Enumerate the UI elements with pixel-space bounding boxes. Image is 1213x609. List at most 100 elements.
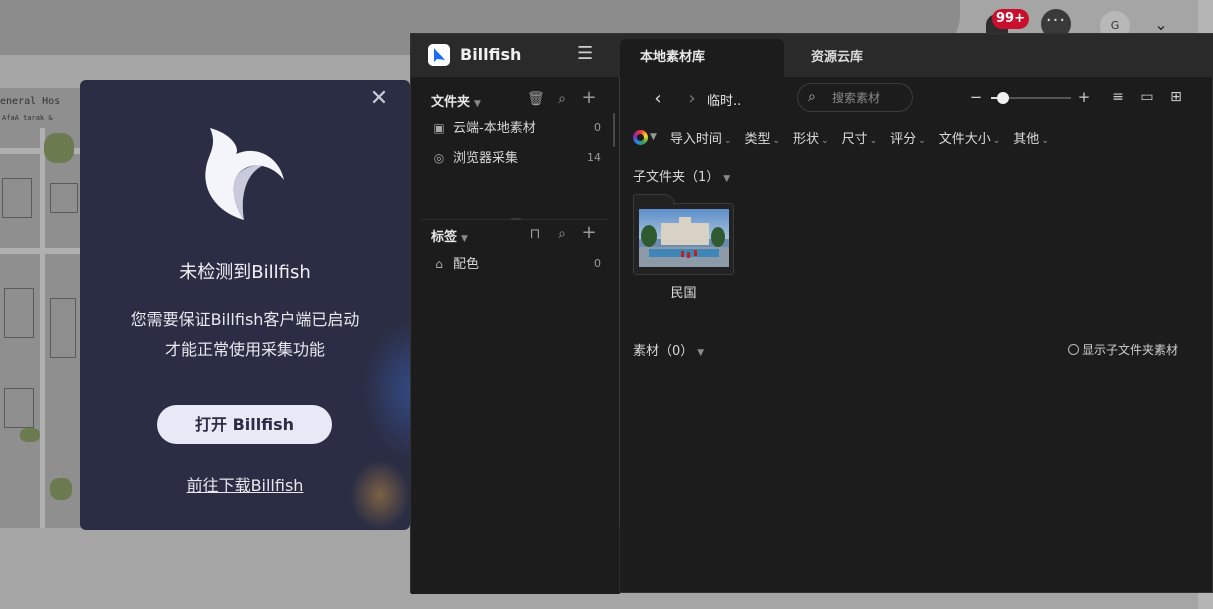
sort-icon[interactable]: ≡ [1109, 88, 1127, 106]
folders-header-label: 文件夹 [431, 95, 471, 110]
billfish-not-detected-dialog: ✕ 未检测到Billfish 您需要保证Billfish客户端已启动 才能正常使… [80, 80, 410, 530]
layout-grid-icon[interactable]: ⊞ [1167, 88, 1185, 106]
sidebar-item-count: 14 [587, 151, 601, 164]
subfolder-card[interactable] [633, 194, 734, 275]
caret-down-icon: ▼ [723, 174, 731, 184]
filter-bar: ▼ 导入时间 ⌄ 类型 ⌄ 形状 ⌄ 尺寸 ⌄ 评分 ⌄ 文件大小 ⌄ 其他 ⌄ [633, 126, 1062, 148]
subfolders-count: （1） [685, 170, 720, 185]
caret-down-icon: ⌄ [992, 135, 1001, 146]
sidebar-item-count: 0 [594, 121, 601, 134]
billfish-logo-icon [205, 128, 284, 220]
search-input[interactable] [832, 89, 908, 106]
sidebar-item-label: 云端-本地素材 [453, 121, 536, 136]
search-box[interactable]: ⌕ [797, 83, 913, 112]
sidebar-scrollbar[interactable] [613, 113, 615, 147]
radio-icon [1068, 344, 1079, 355]
panel-divider[interactable] [619, 77, 620, 527]
filter-label: 其他 [1013, 131, 1040, 147]
filter-label: 形状 [793, 131, 820, 147]
title-bar: Billfish ☰ 本地素材库 资源云库 [411, 34, 1213, 77]
subfolder-name[interactable]: 民国 [633, 282, 734, 301]
zoom-slider-thumb[interactable] [997, 92, 1009, 104]
caret-down-icon: ⌄ [869, 135, 878, 146]
subfolders-header[interactable]: 子文件夹（1） ▼ [633, 166, 730, 185]
background-map-image: eneral Hos AfaA tarak & [0, 88, 82, 528]
color-filter-icon[interactable] [633, 129, 648, 145]
caret-down-icon: ⌄ [821, 135, 829, 146]
open-billfish-button[interactable]: 打开 Billfish [157, 405, 332, 444]
map-label-text: eneral Hos [0, 96, 61, 107]
materials-count: （0） [659, 344, 694, 359]
back-arrow-icon[interactable]: ‹ [649, 89, 667, 109]
download-billfish-link[interactable]: 前往下载Billfish [80, 472, 410, 496]
filter-label: 尺寸 [841, 131, 868, 147]
tab-local-library[interactable]: 本地素材库 [620, 39, 784, 77]
map-label-subtext: AfaA tarak & [2, 114, 53, 122]
folders-header[interactable]: 文件夹 ▼ [431, 91, 481, 110]
dialog-title: 未检测到Billfish [179, 262, 311, 283]
search-icon: ⌕ [808, 89, 816, 105]
filter-import-time[interactable]: 导入时间 ⌄ [670, 128, 732, 147]
materials-header[interactable]: 素材（0） ▼ [633, 340, 704, 359]
caret-down-icon: ▼ [697, 348, 705, 358]
caret-down-icon: ▼ [461, 234, 468, 244]
filter-label: 类型 [744, 131, 771, 147]
caret-down-icon: ▼ [474, 99, 481, 109]
filter-other[interactable]: 其他 ⌄ [1013, 128, 1049, 147]
filter-size[interactable]: 尺寸 ⌄ [842, 128, 878, 147]
sidebar-item-browser-collect[interactable]: ◎ 浏览器采集 14 [431, 147, 601, 169]
caret-down-icon: ⌄ [918, 135, 926, 146]
add-folder-icon[interactable]: + [581, 89, 597, 107]
sidebar-item-tag-color[interactable]: ⌂ 配色 0 [431, 253, 601, 275]
storage-icon: ▣ [433, 121, 445, 135]
zoom-out-icon[interactable]: − [969, 89, 983, 105]
zoom-slider[interactable] [991, 92, 1071, 104]
sidebar-item-cloud-local[interactable]: ▣ 云端-本地素材 0 [431, 117, 601, 139]
filter-file-size[interactable]: 文件大小 ⌄ [939, 128, 1001, 147]
notification-badge: 99+ [992, 9, 1029, 29]
filter-shape[interactable]: 形状 ⌄ [793, 128, 829, 147]
main-content: ‹ › 临时.. ⌕ − + ≡ ▭ ⊞ ▼ 导入时间⌄ 类型⌄ 形状⌄ 尺寸⌄… [621, 77, 1213, 594]
caret-down-icon: ⌄ [723, 135, 732, 146]
sidebar: 文件夹 ▼ 🗑 ⌕ + ▣ 云端-本地素材 0 ◎ 浏览器采集 14 标签 ▼ ⊓ ⌕ … [411, 77, 620, 594]
app-logo-icon [428, 44, 450, 66]
sidebar-item-label: 浏览器采集 [453, 151, 519, 166]
filter-label: 文件大小 [938, 131, 991, 147]
dialog-description: 您需要保证Billfish客户端已启动 才能正常使用采集功能 [80, 305, 410, 365]
caret-down-icon: ⌄ [772, 135, 781, 146]
tags-header-label: 标签 [431, 230, 458, 245]
filter-rating[interactable]: 评分 ⌄ [890, 128, 926, 147]
close-icon[interactable]: ✕ [368, 88, 390, 110]
show-subfolder-materials-toggle[interactable]: 显示子文件夹素材 [1068, 341, 1178, 358]
dialog-description-line-2: 才能正常使用采集功能 [164, 340, 325, 359]
breadcrumb[interactable]: 临时.. [707, 90, 741, 109]
tab-cloud-library[interactable]: 资源云库 [811, 39, 863, 77]
filter-label: 评分 [890, 131, 917, 147]
menu-icon[interactable]: ☰ [577, 45, 595, 63]
search-icon[interactable]: ⌕ [554, 226, 570, 242]
display-mode-icon[interactable]: ▭ [1138, 88, 1156, 106]
materials-header-label: 素材 [633, 344, 660, 359]
caret-down-icon: ▼ [650, 132, 657, 142]
dialog-description-line-1: 您需要保证Billfish客户端已启动 [130, 310, 360, 329]
tag-icon: ⌂ [435, 257, 443, 271]
caret-down-icon: ⌄ [1041, 135, 1049, 146]
add-tag-icon[interactable]: + [581, 224, 597, 242]
sidebar-item-count: 0 [594, 257, 601, 270]
subfolders-header-label: 子文件夹 [633, 170, 686, 185]
search-icon[interactable]: ⌕ [554, 91, 570, 107]
zoom-in-icon[interactable]: + [1077, 89, 1091, 105]
trash-icon[interactable]: 🗑 [527, 91, 545, 107]
background-bottom [0, 528, 410, 609]
app-name: Billfish [460, 45, 522, 64]
bookmark-icon[interactable]: ⊓ [527, 226, 543, 242]
forward-arrow-icon[interactable]: › [683, 89, 701, 109]
show-subfolder-materials-label: 显示子文件夹素材 [1082, 343, 1179, 357]
filter-type[interactable]: 类型 ⌄ [744, 128, 780, 147]
tags-header[interactable]: 标签 ▼ [431, 226, 468, 245]
filter-label: 导入时间 [669, 131, 722, 147]
billfish-window: Billfish ☰ 本地素材库 资源云库 文件夹 ▼ 🗑 ⌕ + ▣ 云端-本地素… [410, 33, 1213, 594]
sidebar-resize-handle[interactable] [511, 218, 521, 220]
sidebar-item-label: 配色 [453, 257, 480, 272]
compass-icon: ◎ [433, 151, 445, 165]
